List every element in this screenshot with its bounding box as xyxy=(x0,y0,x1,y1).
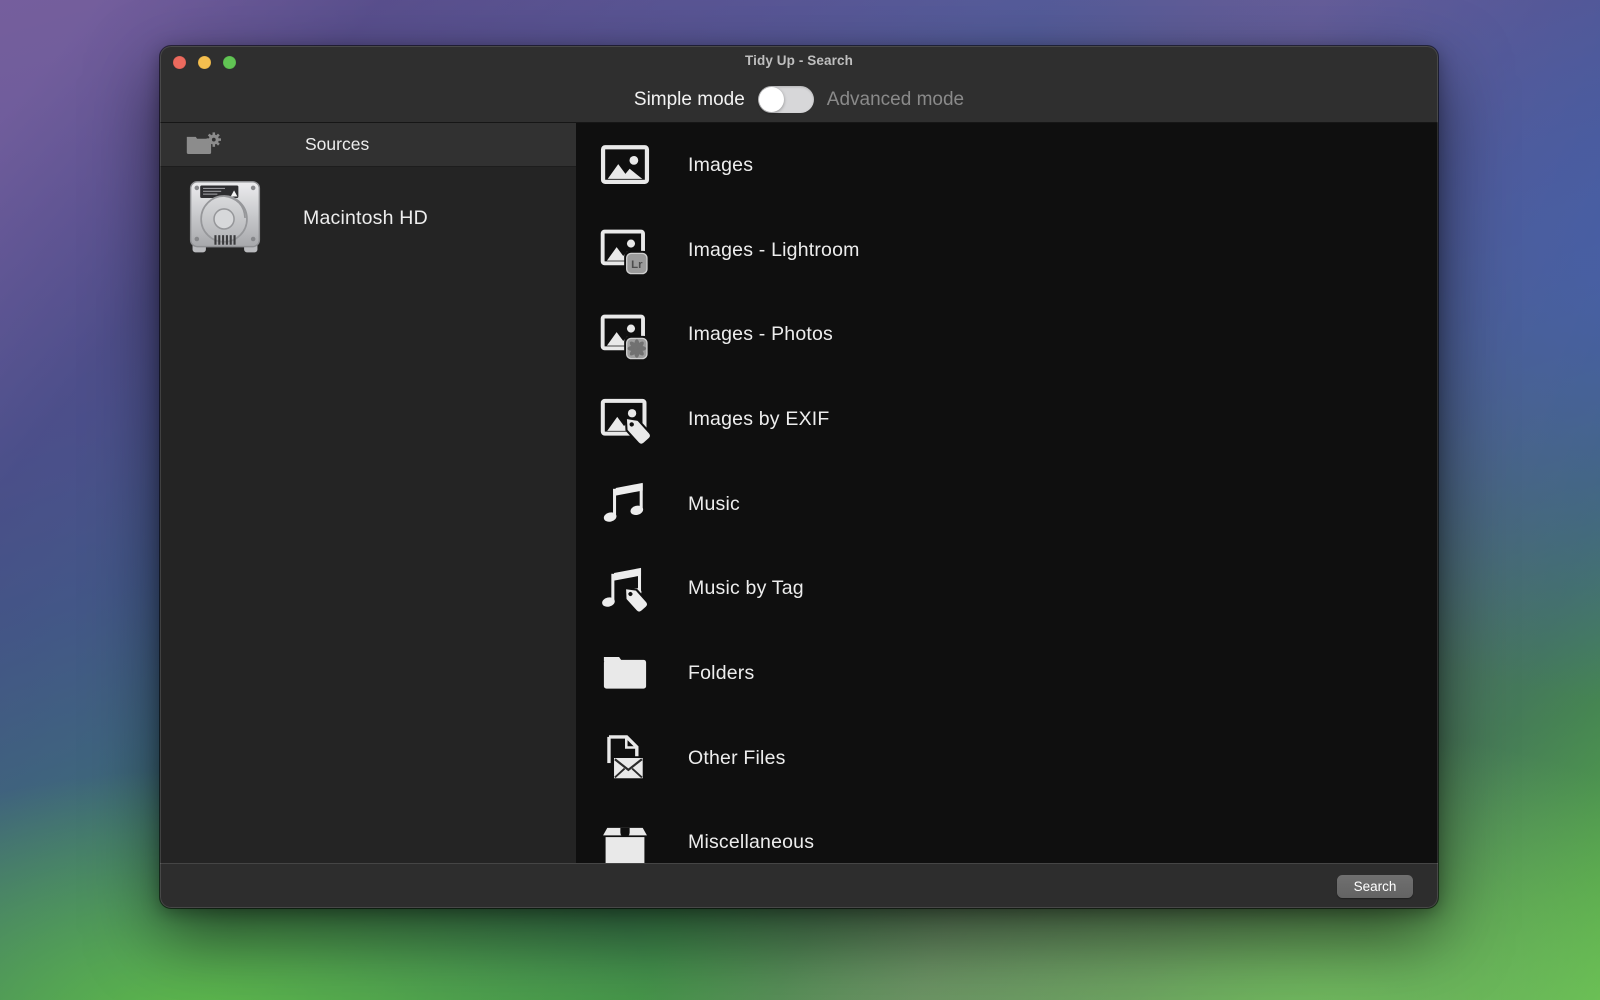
search-type-label: Music xyxy=(688,493,740,516)
folder-gear-icon xyxy=(185,132,221,158)
simple-mode-label: Simple mode xyxy=(634,89,745,111)
mode-row: Simple mode Advanced mode xyxy=(160,86,1438,113)
search-type-label: Miscellaneous xyxy=(688,831,814,854)
search-type-folders[interactable]: Folders xyxy=(576,631,1438,716)
search-type-miscellaneous[interactable]: Miscellaneous xyxy=(576,801,1438,864)
miscellaneous-icon xyxy=(598,816,652,863)
search-type-label: Other Files xyxy=(688,747,786,770)
hard-drive-icon xyxy=(183,176,267,260)
images-exif-icon xyxy=(598,392,652,446)
sidebar-item-label: Macintosh HD xyxy=(303,207,428,230)
music-tag-icon xyxy=(598,562,652,616)
images-icon xyxy=(598,138,652,192)
search-type-other-files[interactable]: Other Files xyxy=(576,716,1438,801)
toggle-knob xyxy=(759,87,784,112)
other-files-icon xyxy=(598,731,652,785)
app-window: Tidy Up - Search Simple mode Advanced mo… xyxy=(160,46,1438,908)
search-type-images-by-exif[interactable]: Images by EXIF xyxy=(576,377,1438,462)
folders-icon xyxy=(598,646,652,700)
search-type-label: Images - Photos xyxy=(688,323,833,346)
images-lightroom-icon xyxy=(598,223,652,277)
sources-header: Sources xyxy=(160,123,576,167)
search-type-label: Folders xyxy=(688,662,754,685)
sources-label: Sources xyxy=(305,134,369,155)
search-type-label: Music by Tag xyxy=(688,577,804,600)
search-type-label: Images xyxy=(688,154,753,177)
content-area: Sources Macintosh HD Images Images - Lig… xyxy=(160,123,1438,863)
sidebar: Sources Macintosh HD xyxy=(160,123,576,863)
search-button[interactable]: Search xyxy=(1337,875,1413,898)
images-photos-icon xyxy=(598,308,652,362)
sidebar-item-macintosh-hd[interactable]: Macintosh HD xyxy=(160,167,576,269)
window-title: Tidy Up - Search xyxy=(160,53,1438,68)
mode-toggle-switch[interactable] xyxy=(758,86,814,113)
search-type-images[interactable]: Images xyxy=(576,123,1438,208)
titlebar: Tidy Up - Search Simple mode Advanced mo… xyxy=(160,46,1438,123)
advanced-mode-label: Advanced mode xyxy=(827,89,964,111)
sources-list: Macintosh HD xyxy=(160,167,576,269)
search-type-music-by-tag[interactable]: Music by Tag xyxy=(576,546,1438,631)
search-type-images-lightroom[interactable]: Images - Lightroom xyxy=(576,208,1438,293)
footer-bar: Search xyxy=(160,863,1438,908)
music-icon xyxy=(598,477,652,531)
search-type-list: Images Images - Lightroom Images - Photo… xyxy=(576,123,1438,863)
search-type-label: Images - Lightroom xyxy=(688,239,860,262)
search-type-images-photos[interactable]: Images - Photos xyxy=(576,292,1438,377)
search-type-label: Images by EXIF xyxy=(688,408,830,431)
search-type-music[interactable]: Music xyxy=(576,462,1438,547)
